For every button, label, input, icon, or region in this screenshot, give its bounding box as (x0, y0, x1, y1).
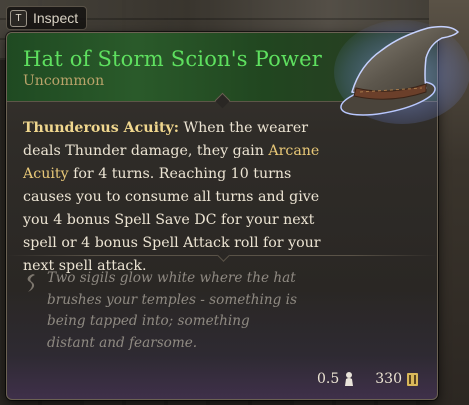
inspect-key-icon: T (10, 9, 27, 27)
wizard-hat-icon (334, 20, 469, 124)
item-rarity: Uncommon (23, 73, 105, 89)
weight-group: 0.5 (317, 371, 355, 387)
gold-icon (407, 372, 418, 386)
gold-value: 330 (375, 371, 402, 387)
quote-icon (27, 274, 35, 292)
item-name: Hat of Storm Scion's Power (23, 47, 322, 71)
ability-name: Thunderous Acuity: (23, 120, 180, 136)
weight-icon (345, 372, 354, 386)
inspect-label: Inspect (33, 10, 79, 26)
inspect-hint[interactable]: T Inspect (6, 6, 88, 30)
lore-text: Two sigils glow white where the hat brus… (47, 270, 297, 351)
weight-value: 0.5 (317, 371, 340, 387)
item-description: Thunderous Acuity: When the wearer deals… (23, 117, 323, 278)
item-footer: 0.5 330 (317, 371, 419, 387)
description-text-after: for 4 turns. Reaching 10 turns causes yo… (23, 166, 321, 274)
game-scene: T Inspect Hat of Storm Scion's Power Unc… (0, 0, 469, 405)
value-group: 330 (375, 371, 419, 387)
